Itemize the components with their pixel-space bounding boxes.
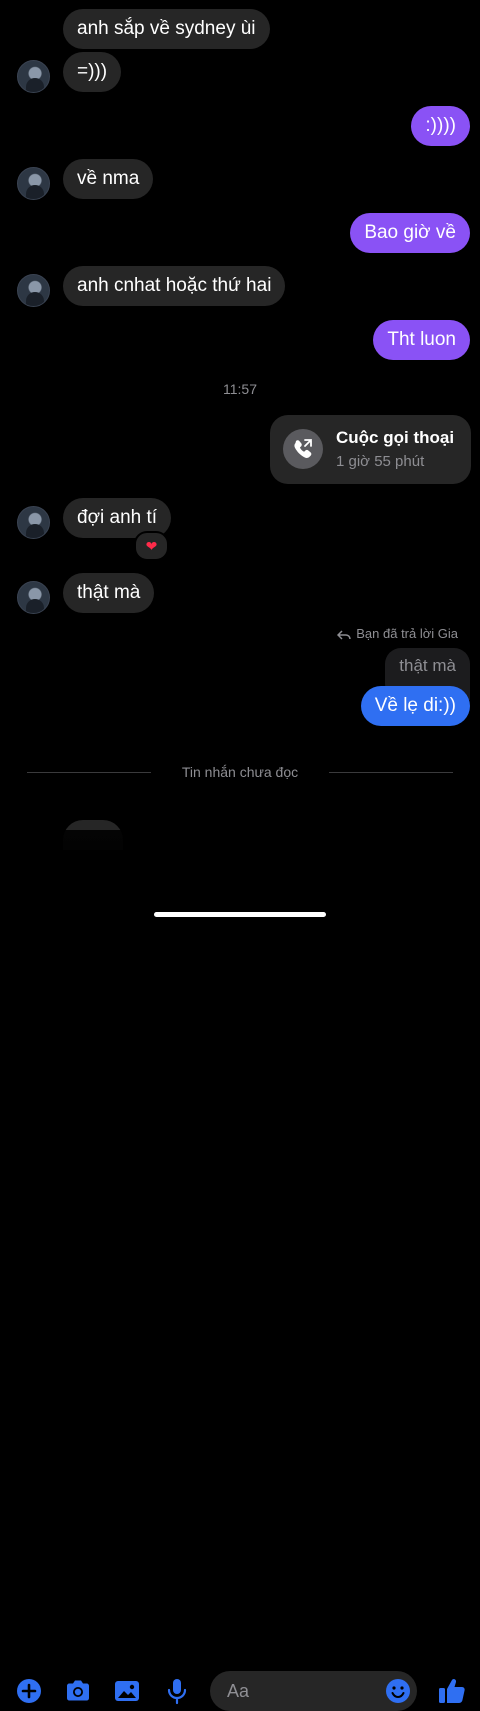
- call-title: Cuộc gọi thoại: [336, 428, 455, 447]
- timestamp: 11:57: [223, 381, 257, 397]
- chat-thread: anh sắp về sydney ùi =))) :)))) về nma B…: [0, 0, 480, 850]
- divider: [329, 772, 453, 773]
- camera-icon[interactable]: [63, 1676, 93, 1706]
- microphone-icon[interactable]: [162, 1676, 192, 1706]
- home-indicator: [154, 912, 326, 917]
- reply-indicator: Bạn đã trả lời Gia: [336, 626, 458, 641]
- avatar[interactable]: [17, 60, 50, 93]
- message-incoming[interactable]: =))): [63, 52, 122, 92]
- message-outgoing[interactable]: Bao giờ về: [350, 213, 470, 253]
- gallery-icon[interactable]: [112, 1676, 142, 1706]
- heart-reaction-icon[interactable]: ❤: [134, 531, 169, 561]
- message-outgoing[interactable]: :)))): [411, 106, 470, 146]
- message-incoming[interactable]: thật mà: [63, 573, 155, 613]
- plus-icon[interactable]: [14, 1676, 44, 1706]
- emoji-icon[interactable]: [383, 1676, 413, 1706]
- thumbs-up-icon[interactable]: [436, 1674, 468, 1706]
- message-incoming[interactable]: anh cnhat hoặc thứ hai: [63, 266, 286, 306]
- phone-call-icon: [283, 429, 323, 469]
- avatar[interactable]: [17, 167, 50, 200]
- message-input-placeholder: Aa: [227, 1681, 250, 1701]
- message-outgoing[interactable]: Tht luon: [373, 320, 470, 360]
- call-duration: 1 giờ 55 phút: [336, 453, 425, 470]
- avatar[interactable]: [17, 274, 50, 307]
- message-incoming[interactable]: về nma: [63, 159, 154, 199]
- message-incoming[interactable]: anh sắp về sydney ùi: [63, 9, 270, 49]
- message-outgoing[interactable]: Về lẹ di:)): [360, 686, 470, 726]
- reply-note-text: Bạn đã trả lời Gia: [356, 626, 458, 641]
- call-card[interactable]: Cuộc gọi thoại 1 giờ 55 phút: [270, 415, 471, 484]
- avatar[interactable]: [17, 506, 50, 539]
- reply-arrow-icon: [336, 630, 351, 640]
- avatar[interactable]: [17, 581, 50, 614]
